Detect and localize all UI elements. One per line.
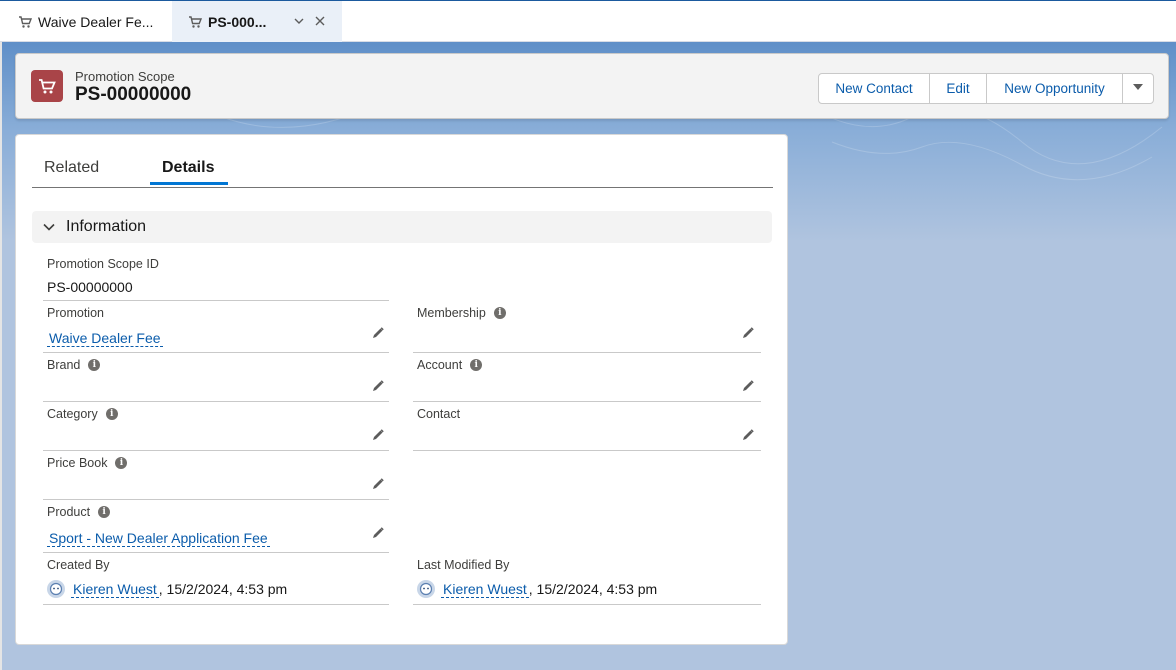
field-account: Account i (413, 358, 761, 402)
field-created-by: Created By Kieren Wuest , 15/2/2024, 4:5… (43, 558, 389, 605)
info-icon[interactable]: i (115, 457, 128, 469)
field-label-row: Price Book i (47, 456, 389, 470)
close-icon[interactable] (313, 14, 327, 28)
field-label: Brand (47, 358, 81, 372)
section-title: Information (66, 218, 147, 235)
pencil-icon[interactable] (371, 526, 385, 540)
workspace-tab-label: PS-000... (208, 13, 267, 30)
field-label: Created By (47, 558, 110, 572)
field-label: Account (417, 358, 463, 372)
field-category: Category i (43, 407, 389, 451)
field-label: Contact (417, 407, 461, 421)
field-label: Promotion (47, 306, 104, 320)
field-price-book: Price Book i (43, 456, 389, 500)
created-by-value: Kieren Wuest , 15/2/2024, 4:53 pm (47, 580, 287, 598)
field-label-row: Category i (47, 407, 389, 421)
divider (43, 352, 389, 353)
pencil-icon[interactable] (741, 379, 755, 393)
field-label: Price Book (47, 456, 108, 470)
field-product: Product i Sport - New Dealer Application… (43, 505, 389, 553)
record-header: Promotion Scope PS-00000000 New Contact … (15, 53, 1169, 119)
field-value: PS-00000000 (47, 279, 133, 295)
chevron-down-icon[interactable] (292, 14, 306, 28)
field-label: Category (47, 407, 98, 421)
field-membership: Membership i (413, 306, 761, 353)
pencil-icon[interactable] (741, 326, 755, 340)
last-modified-by-value: Kieren Wuest , 15/2/2024, 4:53 pm (417, 580, 657, 598)
field-label: Membership (417, 306, 486, 320)
header-actions: New Contact Edit New Opportunity (818, 73, 1154, 104)
created-date: , 15/2/2024, 4:53 pm (158, 581, 288, 597)
product-link[interactable]: Sport - New Dealer Application Fee (47, 530, 270, 547)
avatar (417, 580, 435, 598)
divider (43, 300, 389, 301)
record-title: PS-00000000 (75, 84, 192, 105)
field-value-wrapper: Waive Dealer Fee (47, 330, 163, 347)
active-tab-indicator (150, 182, 228, 185)
pencil-icon[interactable] (371, 379, 385, 393)
tab-related[interactable]: Related (44, 159, 99, 177)
field-label: Product (47, 505, 91, 519)
divider (43, 450, 389, 451)
divider (43, 604, 389, 605)
pencil-icon[interactable] (371, 477, 385, 491)
divider (413, 450, 761, 451)
record-tabs: Related Details (32, 135, 773, 188)
field-label: Promotion Scope ID (47, 257, 159, 271)
workspace-tab-promotion[interactable]: Waive Dealer Fe... (0, 1, 172, 42)
promotion-link[interactable]: Waive Dealer Fee (47, 330, 163, 347)
chevron-down-icon (42, 220, 56, 234)
field-promotion: Promotion Waive Dealer Fee (43, 306, 389, 353)
field-brand: Brand i (43, 358, 389, 402)
divider (43, 401, 389, 402)
new-contact-button[interactable]: New Contact (818, 73, 930, 104)
more-actions-button[interactable] (1122, 73, 1154, 104)
new-opportunity-button[interactable]: New Opportunity (986, 73, 1123, 104)
field-label-row: Account i (417, 358, 761, 372)
created-by-user-link[interactable]: Kieren Wuest (71, 581, 159, 598)
workspace-tab-bar: Waive Dealer Fe... PS-000... (0, 0, 1176, 42)
edit-button[interactable]: Edit (929, 73, 987, 104)
divider (43, 499, 389, 500)
pencil-icon[interactable] (741, 428, 755, 442)
record-detail-card: Related Details Information Promotion Sc… (15, 134, 788, 645)
caret-down-icon (1132, 81, 1144, 96)
field-label-row: Brand i (47, 358, 389, 372)
object-type-label: Promotion Scope (75, 69, 175, 84)
avatar (47, 580, 65, 598)
field-promotion-scope-id: Promotion Scope ID PS-00000000 (43, 257, 389, 301)
last-modified-date: , 15/2/2024, 4:53 pm (528, 581, 658, 597)
info-icon[interactable]: i (470, 359, 483, 371)
info-icon[interactable]: i (88, 359, 101, 371)
field-label-row: Membership i (417, 306, 761, 320)
field-label: Last Modified By (417, 558, 510, 572)
field-label-row: Product i (47, 505, 389, 519)
cart-icon (31, 70, 63, 102)
section-header-information[interactable]: Information (32, 211, 772, 243)
divider (413, 604, 761, 605)
field-value-wrapper: Sport - New Dealer Application Fee (47, 530, 270, 547)
info-icon[interactable]: i (105, 408, 118, 420)
divider (413, 401, 761, 402)
pencil-icon[interactable] (371, 326, 385, 340)
info-icon[interactable]: i (493, 307, 506, 319)
cart-icon (188, 15, 202, 29)
pencil-icon[interactable] (371, 428, 385, 442)
tab-details[interactable]: Details (162, 159, 214, 177)
field-contact: Contact (413, 407, 761, 451)
workspace-tab-promotion-scope[interactable]: PS-000... (172, 1, 342, 42)
divider (413, 352, 761, 353)
info-icon[interactable]: i (98, 506, 111, 518)
last-modified-by-user-link[interactable]: Kieren Wuest (441, 581, 529, 598)
field-last-modified-by: Last Modified By Kieren Wuest , 15/2/202… (413, 558, 761, 605)
cart-icon (18, 15, 32, 29)
workspace-tab-label: Waive Dealer Fe... (38, 13, 154, 30)
divider (43, 552, 389, 553)
